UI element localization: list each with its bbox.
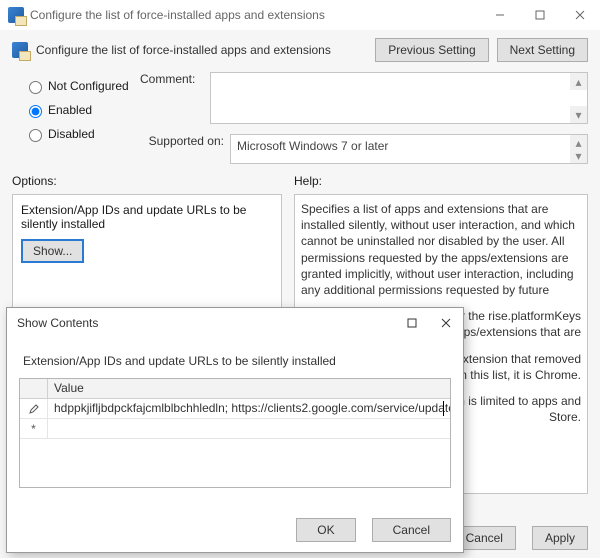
grid-header-value: Value xyxy=(48,379,450,398)
scroll-down-icon[interactable]: ▾ xyxy=(570,148,587,163)
window-title: Configure the list of force-installed ap… xyxy=(30,8,480,22)
minimize-button[interactable] xyxy=(480,0,520,30)
row-indicator-new-icon: * xyxy=(20,419,48,438)
close-button[interactable] xyxy=(560,0,600,30)
dialog-close-button[interactable] xyxy=(429,309,463,337)
dialog-footer: OK Cancel xyxy=(296,518,451,542)
dialog-titlebar: Show Contents xyxy=(7,308,463,338)
radio-label: Enabled xyxy=(48,103,92,117)
grid-cell-value[interactable] xyxy=(48,419,450,438)
grid-row-new[interactable]: * xyxy=(20,419,450,439)
next-setting-button[interactable]: Next Setting xyxy=(497,38,588,62)
dialog-caption: Extension/App IDs and update URLs to be … xyxy=(23,354,451,368)
help-text: Specifies a list of apps and extensions … xyxy=(301,201,581,298)
row-indicator-edit-icon xyxy=(20,399,48,418)
values-grid[interactable]: Value hdppkjifljbdpckfajcmlblbchhledln; … xyxy=(19,378,451,488)
options-desc: Extension/App IDs and update URLs to be … xyxy=(21,203,273,231)
radio-disabled[interactable]: Disabled xyxy=(24,122,140,146)
text-caret xyxy=(443,401,444,416)
grid-row[interactable]: hdppkjifljbdpckfajcmlblbchhledln; https:… xyxy=(20,399,450,419)
show-contents-dialog: Show Contents Extension/App IDs and upda… xyxy=(6,307,464,553)
grid-header: Value xyxy=(20,379,450,399)
dialog-ok-button[interactable]: OK xyxy=(296,518,355,542)
policy-icon xyxy=(8,7,24,23)
help-label: Help: xyxy=(294,174,588,188)
grid-cell-value[interactable]: hdppkjifljbdpckfajcmlblbchhledln; https:… xyxy=(48,399,450,418)
apply-button[interactable]: Apply xyxy=(532,526,588,550)
state-radios: Not Configured Enabled Disabled xyxy=(0,66,140,164)
radio-label: Not Configured xyxy=(48,79,129,93)
dialog-cancel-button[interactable]: Cancel xyxy=(372,518,451,542)
dialog-maximize-button[interactable] xyxy=(395,309,429,337)
maximize-button[interactable] xyxy=(520,0,560,30)
radio-label: Disabled xyxy=(48,127,95,141)
scroll-down-icon[interactable]: ▾ xyxy=(570,106,587,123)
comment-label: Comment: xyxy=(140,72,210,124)
header-row: Configure the list of force-installed ap… xyxy=(0,30,600,66)
dialog-body: Extension/App IDs and update URLs to be … xyxy=(7,338,463,488)
comment-textarea[interactable]: ▴ ▾ xyxy=(210,72,588,124)
policy-icon xyxy=(12,42,28,58)
options-label: Options: xyxy=(12,174,282,188)
dialog-title: Show Contents xyxy=(17,316,395,330)
header-title: Configure the list of force-installed ap… xyxy=(36,43,375,57)
supported-on-box: Microsoft Windows 7 or later ▴ ▾ xyxy=(230,134,588,164)
titlebar: Configure the list of force-installed ap… xyxy=(0,0,600,30)
radio-not-configured[interactable]: Not Configured xyxy=(24,74,140,98)
grid-header-selector xyxy=(20,379,48,398)
show-button[interactable]: Show... xyxy=(21,239,84,263)
supported-on-text: Microsoft Windows 7 or later xyxy=(237,139,388,153)
radio-enabled[interactable]: Enabled xyxy=(24,98,140,122)
previous-setting-button[interactable]: Previous Setting xyxy=(375,38,488,62)
supported-on-label: Supported on: xyxy=(140,134,230,148)
scroll-up-icon[interactable]: ▴ xyxy=(570,73,587,90)
